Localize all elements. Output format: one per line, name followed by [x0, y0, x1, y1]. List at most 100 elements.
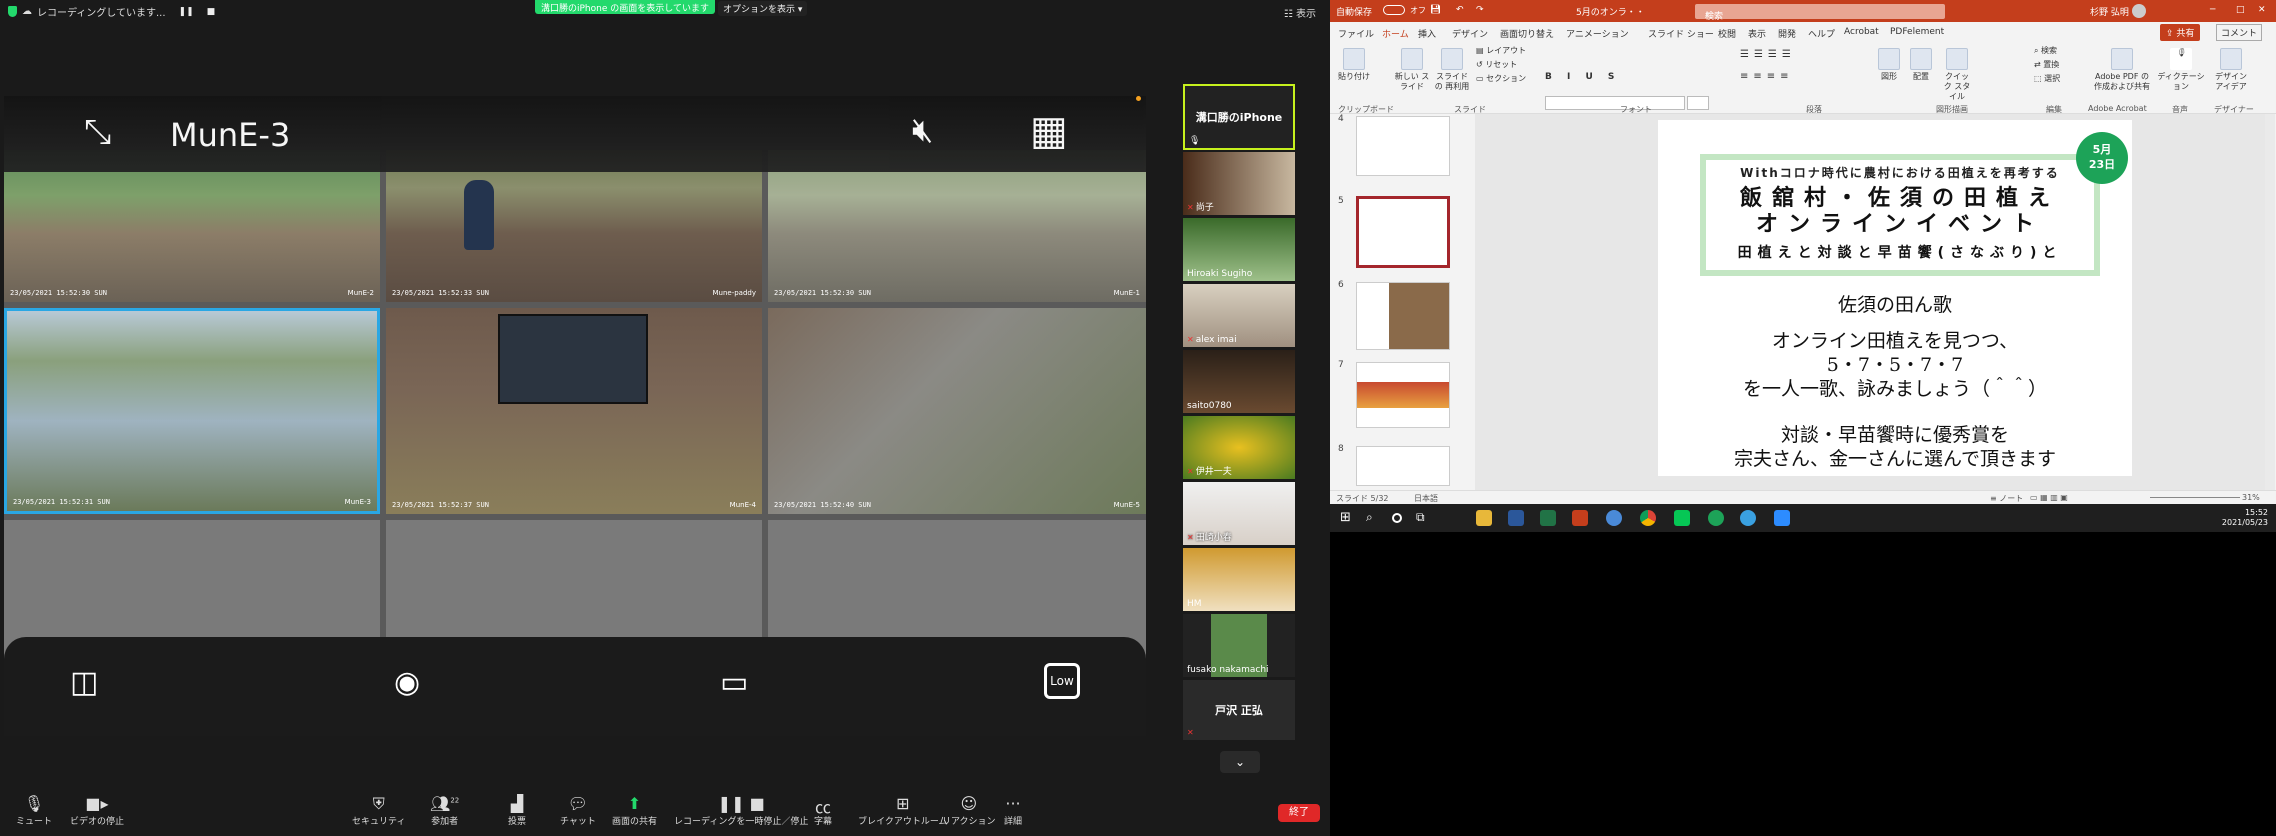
stop-icon[interactable]: ■ — [207, 7, 216, 17]
camera-tile-selected[interactable]: 23/05/2021 15:52:31 SUN MunE-3 — [4, 308, 380, 514]
green-app-icon[interactable] — [1708, 510, 1724, 526]
view-buttons[interactable]: ▭ ▦ ▥ ▣ — [2030, 493, 2068, 502]
pause-icon[interactable]: ❚❚ — [179, 7, 194, 17]
slide-thumbnail[interactable] — [1356, 116, 1450, 176]
shape-button[interactable]: 図形 — [1878, 48, 1900, 82]
participant-tile[interactable]: saito0780 — [1183, 350, 1295, 413]
adobe-pdf-button[interactable]: Adobe PDF の 作成および共有 — [2090, 48, 2154, 92]
tab-file[interactable]: ファイル — [1338, 27, 1374, 40]
chat-button[interactable]: 💬︎ チャット — [560, 794, 596, 827]
share-button[interactable]: ⇪ 共有 — [2160, 24, 2201, 41]
designer-button[interactable]: デザイン アイデア — [2210, 48, 2252, 92]
tab-design[interactable]: デザイン — [1452, 27, 1488, 40]
camera-tile[interactable]: 23/05/2021 15:52:30 SUN MunE-1 — [768, 150, 1146, 302]
avatar[interactable] — [2132, 4, 2146, 18]
tab-developer[interactable]: 開発 — [1778, 27, 1796, 40]
font-size-box[interactable] — [1687, 96, 1709, 110]
camera-snapshot-icon[interactable]: ◉ — [394, 665, 420, 700]
more-button[interactable]: ··· 詳細 — [1004, 794, 1022, 827]
participant-tile[interactable]: ✕ alex imai — [1183, 284, 1295, 347]
replace-button[interactable]: ⇄ 置換 — [2034, 60, 2059, 70]
tab-review[interactable]: 校閲 — [1718, 27, 1736, 40]
camera-tile[interactable]: 23/05/2021 15:52:40 SUN MunE-5 — [768, 308, 1146, 514]
slide-thumbnail-selected[interactable] — [1356, 196, 1450, 268]
zoom-icon[interactable] — [1774, 510, 1790, 526]
video-record-icon[interactable]: ▭ — [720, 665, 748, 700]
quick-style-button[interactable]: クイック スタイル — [1942, 48, 1972, 102]
stop-video-button[interactable]: ■▸ ビデオの停止 — [70, 794, 124, 827]
participant-tile[interactable]: HM — [1183, 548, 1295, 611]
mute-button[interactable]: 🎙︎ ミュート — [16, 794, 52, 827]
current-slide[interactable]: Withコロナ時代に農村における田植えを再考する 飯舘村・佐須の田植え オンライン… — [1658, 120, 2132, 476]
speaker-mute-icon[interactable]: 🔇︎ — [912, 110, 933, 150]
view-button[interactable]: ☷ 表示 — [1284, 5, 1316, 20]
zoom-slider[interactable] — [2150, 497, 2240, 498]
word-icon[interactable] — [1508, 510, 1524, 526]
participant-tile[interactable]: 戸沢 正弘 ✕ — [1183, 680, 1295, 740]
tab-pdfelement[interactable]: PDFelement — [1890, 27, 1944, 37]
task-view-icon[interactable]: ⧉ — [1416, 510, 1432, 526]
camera-tile[interactable]: 23/05/2021 15:52:30 SUN MunE-2 — [4, 150, 380, 302]
chrome-icon[interactable] — [1640, 510, 1656, 526]
reset-button[interactable]: ↺ リセット — [1476, 60, 1517, 70]
comment-button[interactable]: コメント — [2216, 24, 2263, 41]
view-options-button[interactable]: オプションを表示 ▾ — [718, 1, 808, 16]
powerpoint-icon[interactable] — [1572, 510, 1588, 526]
maximize-icon[interactable]: □ — [2236, 5, 2245, 15]
font-family-box[interactable] — [1545, 96, 1685, 110]
redo-icon[interactable]: ↷ — [1476, 5, 1484, 15]
tab-acrobat[interactable]: Acrobat — [1844, 27, 1879, 37]
slide-thumbnail[interactable] — [1356, 446, 1450, 486]
participant-tile[interactable]: ✕ 田崎小春 — [1183, 482, 1295, 545]
minimize-icon[interactable]: ─ — [2210, 5, 2215, 15]
tab-slideshow[interactable]: スライド ショー — [1648, 27, 1714, 40]
participants-button[interactable]: 👥︎22 参加者 — [430, 794, 459, 827]
reuse-slides-button[interactable]: スライドの 再利用 — [1434, 48, 1470, 92]
chevron-down-icon[interactable]: ⌄ — [1220, 751, 1260, 773]
security-button[interactable]: ⛨ セキュリティ — [352, 794, 405, 827]
breakout-rooms-button[interactable]: ⊞ ブレイクアウトルーム — [858, 794, 948, 827]
reaction-button[interactable]: ☺ リアクション — [942, 794, 996, 827]
select-button[interactable]: ⬚ 選択 — [2034, 74, 2060, 84]
font-format-buttons[interactable]: B I U S — [1545, 72, 1620, 82]
tab-help[interactable]: ヘルプ — [1808, 27, 1835, 40]
participant-tile[interactable]: ✕ 尚子 — [1183, 152, 1295, 215]
participant-tile[interactable]: ✕ 伊井一夫 — [1183, 416, 1295, 479]
undo-icon[interactable]: ↶ — [1456, 5, 1464, 15]
captions-button[interactable]: ㏄字幕 — [814, 794, 832, 827]
camera-tile[interactable]: 23/05/2021 15:52:33 SUN Mune-paddy — [386, 150, 762, 302]
section-button[interactable]: ▭ セクション — [1476, 74, 1526, 84]
cortana-icon[interactable] — [1392, 513, 1402, 523]
align-buttons[interactable]: ≡≡≡≡ — [1740, 72, 1794, 82]
grid-icon[interactable]: ▦ — [1030, 108, 1068, 154]
participant-tile[interactable]: fusako nakamachi — [1183, 614, 1295, 677]
search-icon[interactable]: ⌕ — [1366, 510, 1382, 526]
tab-transitions[interactable]: 画面切り替え — [1500, 27, 1554, 40]
end-meeting-button[interactable]: 終了 — [1278, 804, 1320, 822]
quality-low-button[interactable]: Low — [1044, 663, 1080, 699]
arrange-button[interactable]: 配置 — [1910, 48, 1932, 82]
browser-icon[interactable] — [1606, 510, 1622, 526]
share-screen-button[interactable]: ⬆ 画面の共有 — [612, 794, 657, 827]
paragraph-buttons[interactable]: ☰☰☰☰ — [1740, 50, 1796, 60]
slide-thumbnail[interactable] — [1356, 282, 1450, 350]
tab-insert[interactable]: 挿入 — [1418, 27, 1436, 40]
save-icon[interactable]: 💾︎ — [1430, 5, 1441, 15]
layout-button[interactable]: ▤ レイアウト — [1476, 46, 1526, 56]
autosave-toggle[interactable] — [1383, 5, 1405, 15]
participant-tile[interactable]: Hiroaki Sugiho — [1183, 218, 1295, 281]
network-app-icon[interactable] — [1740, 510, 1756, 526]
poll-button[interactable]: ▟ 投票 — [508, 794, 526, 827]
tab-animations[interactable]: アニメーション — [1566, 27, 1629, 40]
vertical-scrollbar[interactable] — [2265, 114, 2275, 490]
recording-button[interactable]: ❚❚ ■ レコーディングを一時停止／停止 — [674, 794, 808, 827]
windows-start-icon[interactable]: ⊞ — [1340, 510, 1356, 526]
tab-view[interactable]: 表示 — [1748, 27, 1766, 40]
slide-thumbnail[interactable] — [1356, 362, 1450, 428]
dictate-button[interactable]: 🎙︎ ディクテーション — [2156, 48, 2206, 92]
search-box[interactable]: ⌕ 検索 — [1695, 4, 1945, 22]
new-slide-button[interactable]: 新しい スライド — [1394, 48, 1430, 92]
file-explorer-icon[interactable] — [1476, 510, 1492, 526]
line-icon[interactable] — [1674, 510, 1690, 526]
notes-button[interactable]: ≡ ノート — [1990, 493, 2023, 504]
